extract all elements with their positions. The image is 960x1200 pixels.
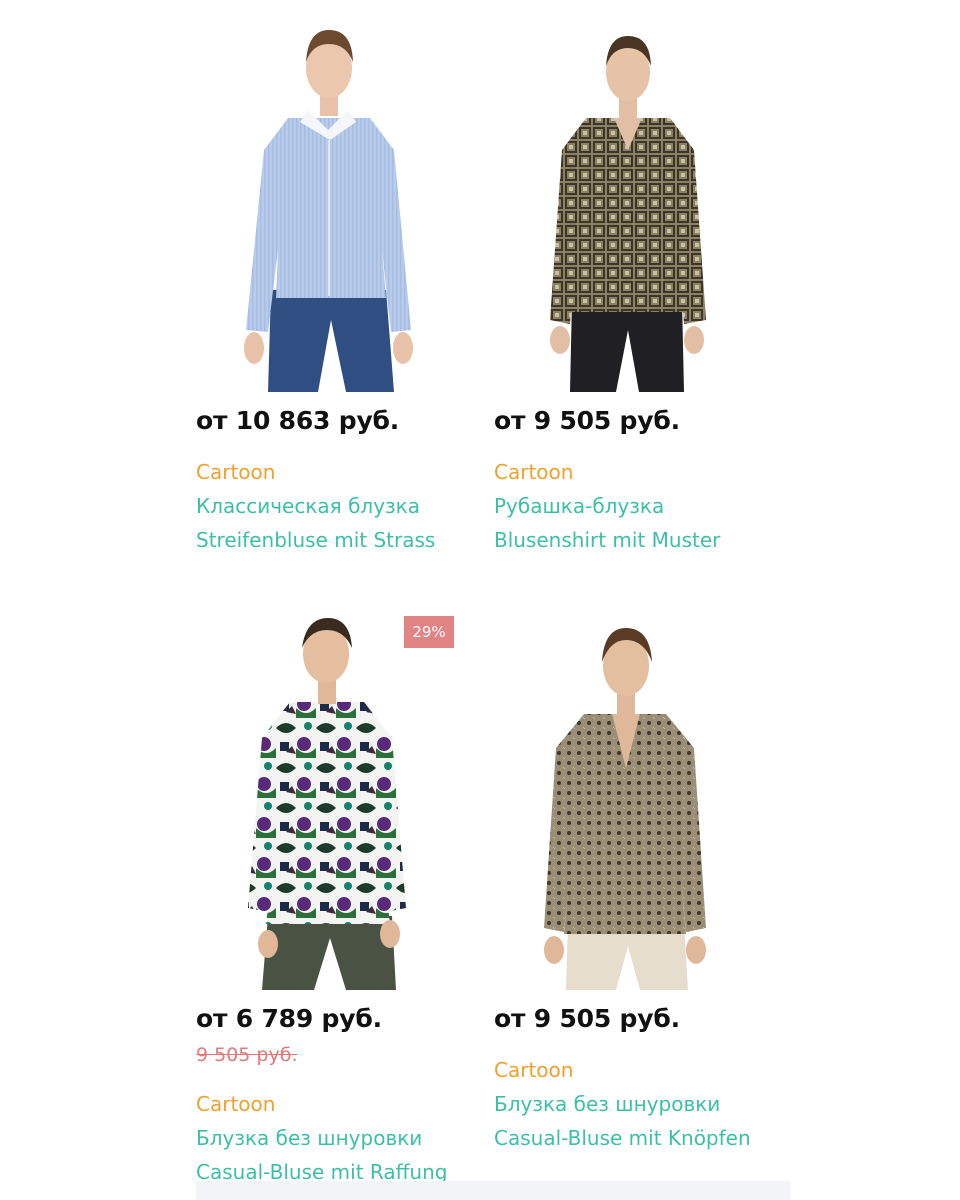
product-brand[interactable]: Cartoon [494,1058,573,1082]
product-brand[interactable]: Cartoon [494,460,573,484]
product-price: от 10 863 руб. [196,406,400,435]
product-image[interactable]: 29% [196,598,466,990]
product-name-de[interactable]: Casual-Bluse mit Knöpfen [494,1126,751,1150]
product-name-ru[interactable]: Рубашка-блузка [494,494,664,518]
product-image[interactable] [494,0,764,392]
product-brand[interactable]: Cartoon [196,1092,275,1116]
product-old-price: 9 505 руб. [196,1044,298,1066]
product-price: от 9 505 руб. [494,406,680,435]
product-name-ru[interactable]: Блузка без шнуровки [196,1126,422,1150]
bottom-bar [196,1181,790,1200]
product-name-ru[interactable]: Классическая блузка [196,494,420,518]
product-price: от 9 505 руб. [494,1004,680,1033]
product-brand[interactable]: Cartoon [196,460,275,484]
product-name-ru[interactable]: Блузка без шнуровки [494,1092,720,1116]
product-image[interactable] [494,598,764,990]
product-name-de[interactable]: Blusenshirt mit Muster [494,528,720,552]
product-price: от 6 789 руб. [196,1004,382,1033]
product-name-de[interactable]: Streifenbluse mit Strass [196,528,435,552]
product-image[interactable] [196,0,466,392]
discount-badge: 29% [404,616,454,648]
